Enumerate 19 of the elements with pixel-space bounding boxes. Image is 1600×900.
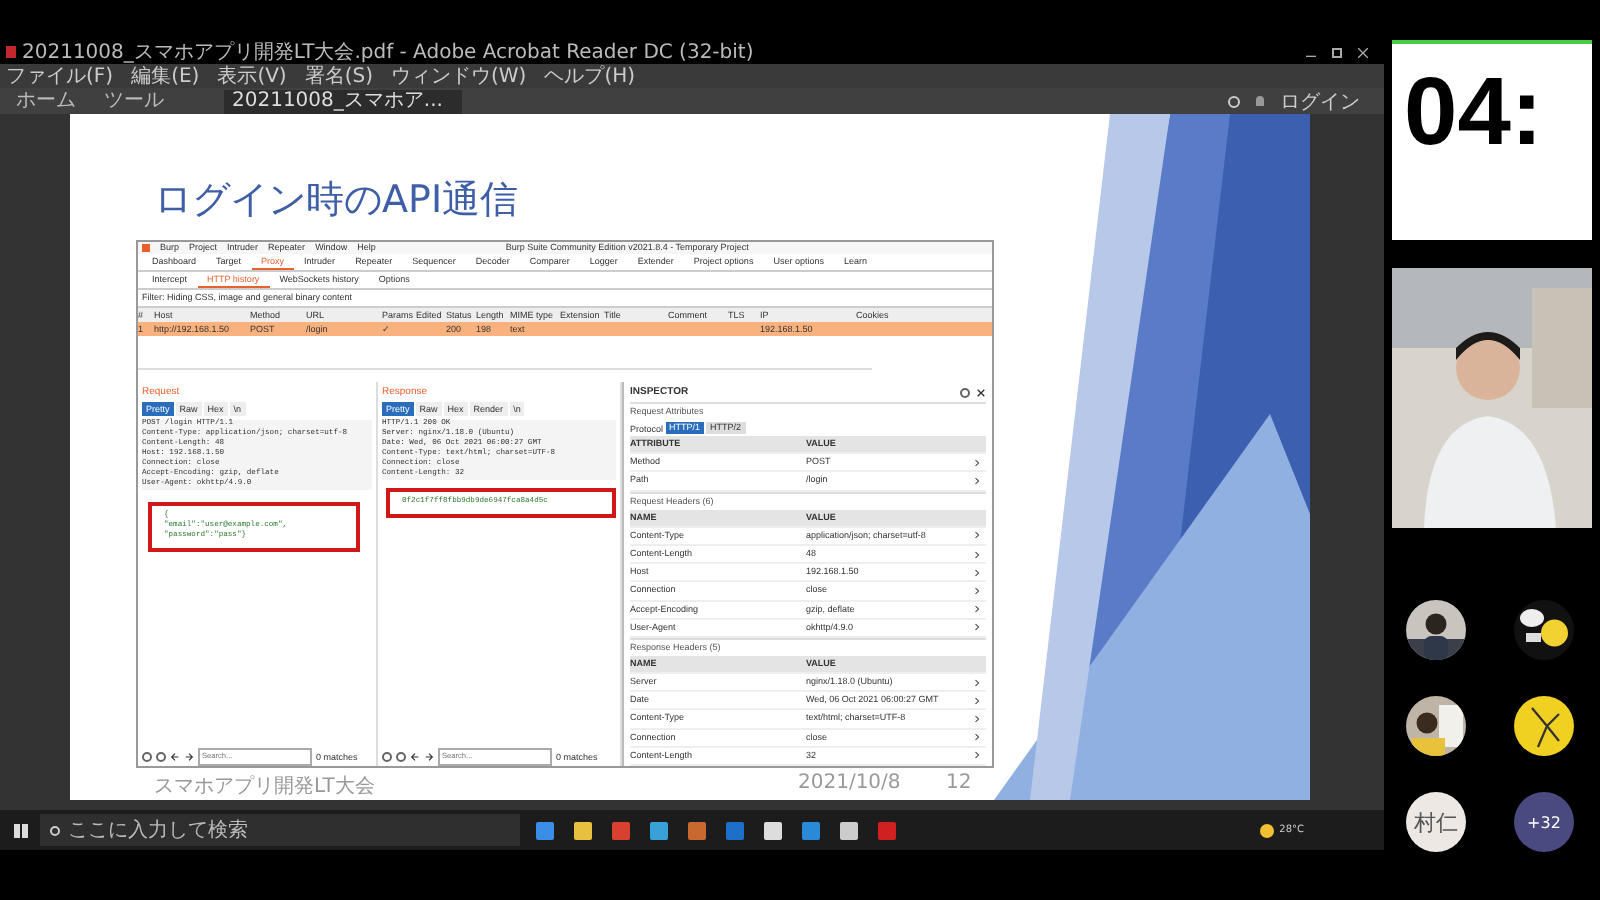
search-field[interactable]: ここに入力して検索 <box>40 814 520 846</box>
document-tab[interactable]: 20211008_スマホア... <box>224 90 463 114</box>
login-link[interactable]: ログイン <box>1280 87 1360 115</box>
participant-avatar[interactable]: 村仁 <box>1406 792 1466 852</box>
menu-item[interactable]: 表示(V) <box>217 62 287 90</box>
countdown-timer: 04: <box>1392 40 1592 240</box>
menu-item[interactable]: 編集(E) <box>131 62 200 90</box>
menu-item[interactable]: ウィンドウ(W) <box>391 62 527 90</box>
document-tab[interactable]: ホーム <box>8 90 84 114</box>
menu-item[interactable]: 署名(S) <box>304 62 373 90</box>
document-tab[interactable]: ツール <box>96 90 172 114</box>
menu-item[interactable]: ヘルプ(H) <box>544 62 636 90</box>
slide-title: ログイン時のAPI通信 <box>152 176 521 226</box>
menu-item[interactable]: ファイル(F) <box>6 62 114 90</box>
slide-date: 2021/10/8 <box>798 772 903 798</box>
page-number: 12 <box>946 772 972 798</box>
slide-footer: スマホアプリ開発LT大会 <box>154 772 798 800</box>
more-participants-button[interactable]: +32 <box>1514 792 1574 852</box>
window-title: 20211008_スマホアプリ開発LT大会.pdf - Adobe Acrobat Reader DC (32-bit) <box>22 39 754 65</box>
